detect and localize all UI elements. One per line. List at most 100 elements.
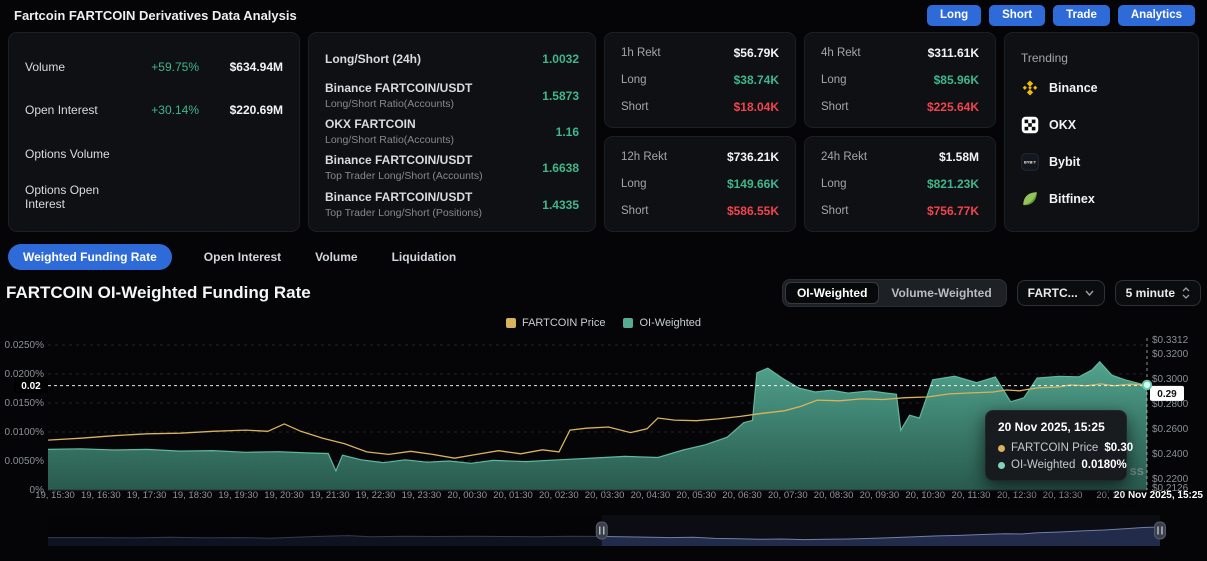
- rekt-row-label: Short: [821, 101, 927, 113]
- crosshair-x-label: 20 Nov 2025, 15:25: [1114, 490, 1203, 501]
- tooltip-series-value: 0.0180%: [1081, 459, 1126, 471]
- svg-text:20, 13:30: 20, 13:30: [1043, 490, 1083, 501]
- tooltip-series-name: FARTCOIN Price: [1011, 442, 1098, 454]
- ratio-subtitle: Long/Short Ratio(Accounts): [325, 98, 542, 111]
- svg-text:20, 10:30: 20, 10:30: [905, 490, 945, 501]
- rekt-long-value: $38.74K: [734, 73, 779, 87]
- legend-swatch: [623, 318, 633, 328]
- stats-cards-row: Volume+59.75%$634.94MOpen Interest+30.14…: [8, 32, 1199, 232]
- rekt-total-value: $736.21K: [727, 150, 779, 164]
- svg-text:20, 11:30: 20, 11:30: [952, 490, 991, 501]
- bitfinex-icon: [1021, 190, 1039, 208]
- rekt-long-value: $149.66K: [727, 177, 779, 191]
- page-title: Fartcoin FARTCOIN Derivatives Data Analy…: [14, 8, 297, 23]
- rekt-total-value: $56.79K: [734, 46, 779, 60]
- rekt-row-label: Long: [821, 74, 934, 86]
- symbol-select[interactable]: FARTC...: [1017, 280, 1105, 306]
- top-button-short[interactable]: Short: [989, 5, 1045, 26]
- rekt-card: 4h Rekt$311.61KLong$85.96KShort$225.64K: [804, 32, 996, 128]
- trending-item-okx[interactable]: OKX: [1021, 106, 1182, 143]
- rekt-long-value: $821.23K: [927, 177, 979, 191]
- tab-volume[interactable]: Volume: [313, 244, 359, 270]
- rekt-card: 24h Rekt$1.58MLong$821.23KShort$756.77K: [804, 136, 996, 232]
- tooltip-row: FARTCOIN Price$0.30: [998, 442, 1114, 454]
- bybit-icon: BYB!T: [1021, 153, 1039, 171]
- trending-item-bybit[interactable]: BYB!TBybit: [1021, 143, 1182, 180]
- interval-select[interactable]: 5 minute: [1115, 280, 1201, 306]
- svg-text:19, 23:30: 19, 23:30: [402, 490, 442, 501]
- binance-icon: [1021, 79, 1039, 97]
- stat-row: Volume+59.75%$634.94M: [25, 48, 283, 85]
- legend-item-fartcoin-price[interactable]: FARTCOIN Price: [506, 317, 606, 329]
- ratio-row: Binance FARTCOIN/USDT Long/Short Ratio(Ac…: [325, 78, 579, 113]
- x-axis-labels: 19, 15:3019, 16:3019, 17:3019, 18:3019, …: [35, 490, 1117, 501]
- ratio-title: Binance FARTCOIN/USDT: [325, 81, 542, 96]
- rekt-row-label: Long: [621, 178, 727, 190]
- trending-item-binance[interactable]: Binance: [1021, 69, 1182, 106]
- tooltip-series-name: OI-Weighted: [1011, 459, 1075, 471]
- legend-item-oi-weighted[interactable]: OI-Weighted: [623, 317, 701, 329]
- ratio-row: OKX FARTCOIN Long/Short Ratio(Accounts)1.…: [325, 114, 579, 149]
- stat-label: Options Volume: [25, 147, 129, 161]
- tab-liquidation[interactable]: Liquidation: [390, 244, 459, 270]
- top-button-analytics[interactable]: Analytics: [1118, 5, 1195, 26]
- svg-text:$0.3312: $0.3312: [1152, 335, 1189, 346]
- svg-text:19, 18:30: 19, 18:30: [173, 490, 213, 501]
- trending-item-bitfinex[interactable]: Bitfinex: [1021, 180, 1182, 217]
- top-button-long[interactable]: Long: [927, 5, 981, 26]
- top-button-trade[interactable]: Trade: [1053, 5, 1110, 26]
- ratio-text: Binance FARTCOIN/USDT Long/Short Ratio(Ac…: [325, 81, 542, 111]
- trending-item-name: Binance: [1049, 81, 1098, 95]
- chart-navigator[interactable]: [0, 513, 1207, 551]
- navigator-right-handle[interactable]: [1155, 522, 1166, 539]
- svg-text:$0.3000: $0.3000: [1152, 374, 1189, 385]
- ratio-value: 1.4335: [542, 198, 579, 212]
- ratio-value: 1.6638: [542, 161, 579, 175]
- ratio-title: Long/Short (24h): [325, 52, 542, 67]
- chevron-down-icon: [1085, 290, 1094, 296]
- current-price-label: 0.29: [1150, 386, 1184, 401]
- ratio-text: Binance FARTCOIN/USDTTop Trader Long/Sho…: [325, 153, 542, 183]
- trending-title: Trending: [1021, 51, 1182, 65]
- ratio-text: Binance FARTCOIN/USDTTop Trader Long/Sho…: [325, 190, 542, 220]
- ratio-row: Long/Short (24h)1.0032: [325, 42, 579, 77]
- svg-text:19, 15:30: 19, 15:30: [35, 490, 75, 501]
- tab-open-interest[interactable]: Open Interest: [202, 244, 283, 270]
- svg-text:BYB!T: BYB!T: [1024, 159, 1037, 164]
- navigator-selection[interactable]: [602, 515, 1160, 546]
- ratio-subtitle: Top Trader Long/Short (Positions): [325, 207, 542, 220]
- watermark: ss: [1130, 463, 1144, 478]
- segment-oi-weighted[interactable]: OI-Weighted: [785, 282, 879, 304]
- svg-text:20, 01:30: 20, 01:30: [493, 490, 533, 501]
- ratio-title: OKX FARTCOIN: [325, 117, 556, 132]
- rekt-title: 24h Rekt: [821, 151, 939, 163]
- rekt-grid: 1h Rekt$56.79K Long $38.74K Short $18.04K 4h …: [604, 32, 996, 232]
- ratio-text: Long/Short (24h): [325, 52, 542, 67]
- rekt-row-label: Long: [821, 178, 927, 190]
- stat-label: Options Open Interest: [25, 183, 129, 211]
- volume-stats-card: Volume+59.75%$634.94MOpen Interest+30.14…: [8, 32, 300, 232]
- ratio-value: 1.16: [556, 125, 579, 139]
- stat-value: $220.69M: [199, 103, 283, 117]
- symbol-select-value: FARTC...: [1028, 286, 1078, 300]
- navigator-unselected-mask: [48, 515, 602, 546]
- navigator-left-handle[interactable]: [596, 522, 607, 539]
- rekt-short-value: $18.04K: [734, 100, 779, 114]
- tab-weighted-funding-rate[interactable]: Weighted Funding Rate: [8, 244, 172, 270]
- tooltip-series-dot: [998, 445, 1005, 452]
- ratio-text: OKX FARTCOIN Long/Short Ratio(Accounts): [325, 117, 556, 147]
- interval-select-value: 5 minute: [1126, 286, 1175, 300]
- svg-text:19, 17:30: 19, 17:30: [127, 490, 167, 501]
- svg-text:19, 22:30: 19, 22:30: [356, 490, 396, 501]
- chart-tooltip: 20 Nov 2025, 15:25 FARTCOIN Price$0.30OI…: [985, 410, 1127, 481]
- legend-label: FARTCOIN Price: [522, 317, 606, 329]
- rekt-header-row: 1h Rekt$56.79K: [621, 40, 779, 66]
- top-actions: Long Short Trade Analytics: [927, 5, 1195, 26]
- segment-volume-weighted[interactable]: Volume-Weighted: [879, 282, 1003, 304]
- rekt-short-value: $586.55K: [727, 204, 779, 218]
- last-price-marker: [1143, 381, 1151, 389]
- ratio-subtitle: Long/Short Ratio(Accounts): [325, 134, 556, 147]
- ratio-row: Binance FARTCOIN/USDTTop Trader Long/Sho…: [325, 151, 579, 186]
- stat-change: +30.14%: [129, 103, 199, 117]
- legend-swatch: [506, 318, 516, 328]
